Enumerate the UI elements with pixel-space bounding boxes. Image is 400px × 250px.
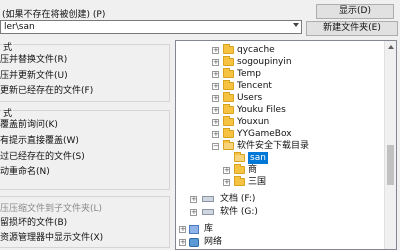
new-folder-button[interactable]: 新建文件夹(E) (306, 21, 398, 36)
tree-item-network[interactable]: + 网络 (176, 236, 376, 248)
folder-open-icon (223, 140, 234, 150)
option-overwrite-without-prompt[interactable]: 有提示直接覆盖(W) (0, 136, 79, 147)
option-fresh-existing[interactable]: 更新已经存在的文件(F) (0, 86, 93, 97)
drive-icon (202, 196, 214, 202)
selected-folder-label: san (248, 152, 268, 164)
folder-icon (223, 68, 234, 78)
folder-icon (223, 44, 234, 54)
overwrite-mode-title: 式 (2, 106, 14, 119)
drive-icon (202, 209, 214, 215)
expand-icon[interactable]: + (212, 119, 219, 126)
expand-icon[interactable]: + (179, 226, 186, 233)
scroll-thumb[interactable] (387, 145, 394, 185)
chevron-down-icon[interactable] (293, 23, 299, 27)
option-auto-rename[interactable]: 动重命名(N) (0, 167, 50, 178)
expand-icon[interactable]: + (212, 47, 219, 54)
folder-open-icon (234, 152, 245, 162)
folder-icon (234, 176, 245, 186)
expand-icon[interactable]: + (223, 167, 230, 174)
option-keep-broken-files[interactable]: 留损坏的文件(B) (0, 218, 67, 229)
expand-icon[interactable]: + (223, 179, 230, 186)
tree-item-selected[interactable]: san (176, 152, 376, 164)
scroll-up-icon[interactable] (388, 45, 394, 49)
option-show-in-explorer[interactable]: 资源管理器中显示文件(X) (0, 233, 103, 244)
tree-item[interactable]: + 商 (176, 164, 376, 176)
tree-item[interactable]: + Tencent (176, 80, 376, 92)
network-icon (189, 238, 199, 247)
folder-hint-label: (如果不存在将被创建) (P) (2, 10, 106, 20)
expand-icon[interactable]: + (212, 107, 219, 114)
tree-item[interactable]: + 三国 (176, 176, 376, 188)
expand-icon[interactable]: + (190, 209, 197, 216)
folder-icon (223, 80, 234, 90)
expand-icon[interactable]: + (212, 95, 219, 102)
collapse-icon[interactable]: − (212, 143, 219, 150)
destination-path-input[interactable]: ler\san (0, 20, 302, 34)
show-button[interactable]: 显示(D) (316, 4, 394, 19)
option-extract-to-subfolders[interactable]: 压压缩文件到子文件夹(L) (0, 204, 102, 215)
expand-icon[interactable]: + (179, 239, 186, 246)
tree-item-library[interactable]: + 库 (176, 223, 376, 235)
folder-icon (223, 56, 234, 66)
option-skip-existing[interactable]: 过已经存在的文件(S) (0, 152, 85, 163)
folder-icon (223, 116, 234, 126)
tree-item[interactable]: + Temp (176, 68, 376, 80)
tree-item-drive-g[interactable]: + 软件 (G:) (176, 206, 376, 218)
folder-tree[interactable]: + qycache + sogoupinyin + Temp + Tencent… (175, 40, 397, 250)
expand-icon[interactable]: + (212, 131, 219, 138)
option-extract-replace[interactable]: 压并替换文件(R) (0, 55, 67, 66)
option-extract-update[interactable]: 压并更新文件(U) (0, 71, 68, 82)
tree-item[interactable]: + Youku Files (176, 104, 376, 116)
tree-item[interactable]: + YYGameBox (176, 128, 376, 140)
library-icon (189, 225, 199, 234)
option-ask-before-overwrite[interactable]: 覆盖前询问(K) (0, 120, 58, 131)
folder-icon (234, 164, 245, 174)
tree-item-drive-f[interactable]: + 文档 (F:) (176, 193, 376, 205)
tree-item[interactable]: + Youxun (176, 116, 376, 128)
expand-icon[interactable]: + (212, 71, 219, 78)
expand-icon[interactable]: + (212, 59, 219, 66)
expand-icon[interactable]: + (212, 83, 219, 90)
tree-item[interactable]: + qycache (176, 44, 376, 56)
tree-item[interactable]: − 软件安全下载目录 (176, 140, 376, 152)
destination-path-value: ler\san (4, 22, 35, 32)
expand-icon[interactable]: + (190, 196, 197, 203)
tree-item[interactable]: + sogoupinyin (176, 56, 376, 68)
update-mode-title: 式 (2, 40, 14, 53)
tree-item[interactable]: + Users (176, 92, 376, 104)
tree-scrollbar[interactable] (384, 41, 396, 249)
folder-icon (223, 128, 234, 138)
folder-icon (223, 92, 234, 102)
folder-icon (223, 104, 234, 114)
